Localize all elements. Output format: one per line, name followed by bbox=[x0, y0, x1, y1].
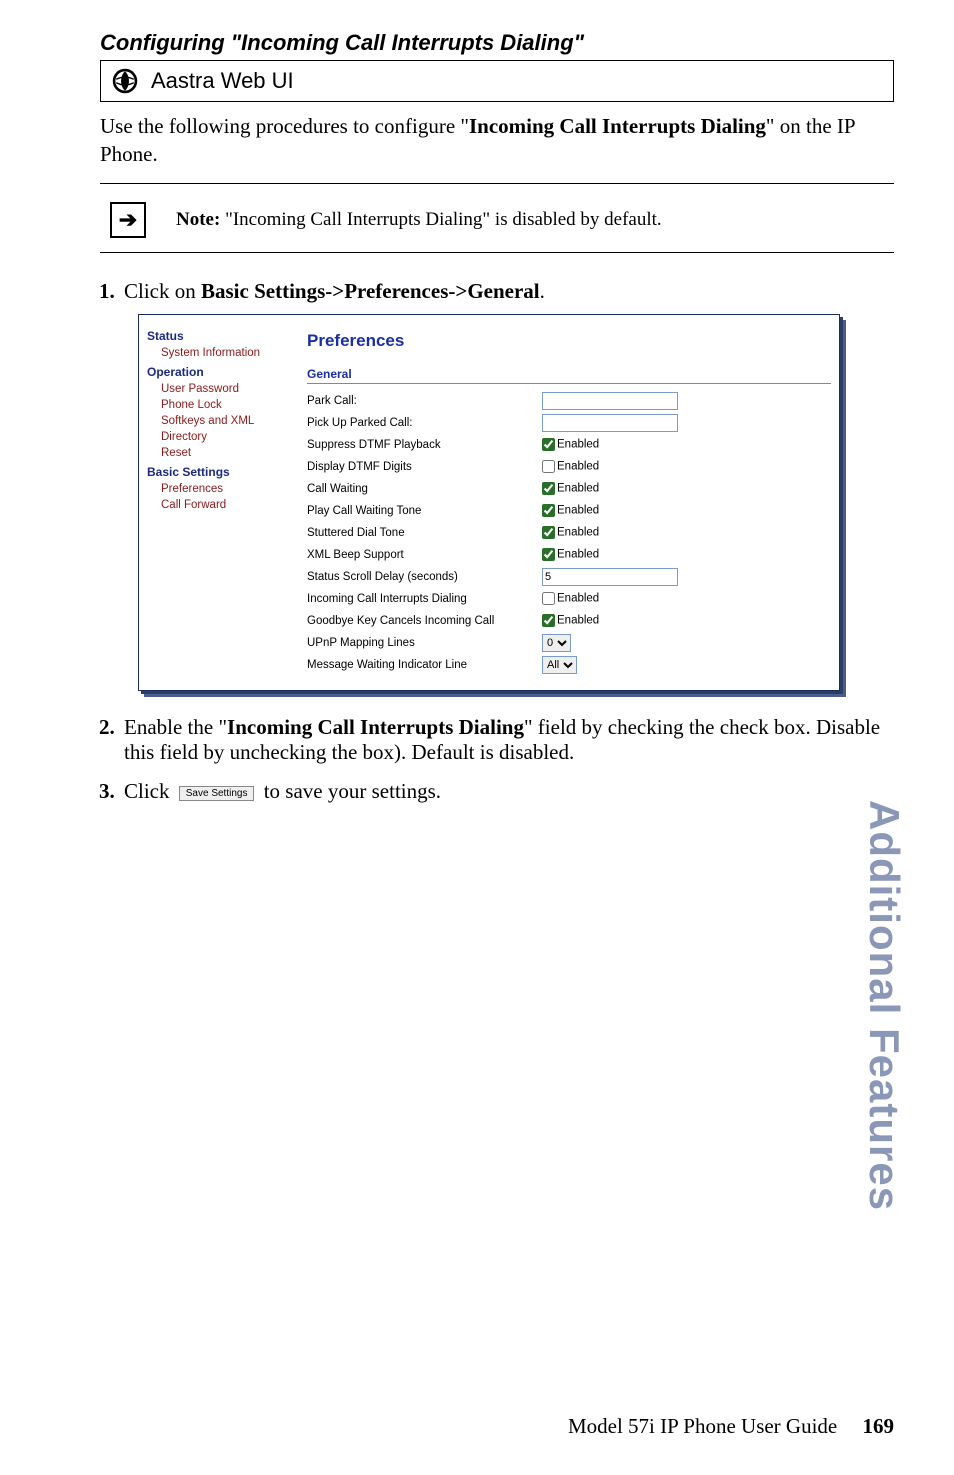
enabled-label: Enabled bbox=[557, 615, 599, 627]
label-park-call: Park Call: bbox=[307, 395, 542, 407]
nav-status: Status bbox=[147, 329, 297, 343]
mwi-select[interactable]: All bbox=[542, 656, 577, 674]
globe-icon bbox=[111, 67, 139, 95]
incoming-interrupts-checkbox[interactable] bbox=[542, 592, 555, 605]
note-text: Note: "Incoming Call Interrupts Dialing"… bbox=[176, 209, 662, 231]
step1-prefix: Click on bbox=[124, 279, 201, 303]
call-waiting-checkbox[interactable] bbox=[542, 482, 555, 495]
label-call-waiting: Call Waiting bbox=[307, 483, 542, 495]
label-display-dtmf: Display DTMF Digits bbox=[307, 461, 542, 473]
nav-softkeys-xml[interactable]: Softkeys and XML bbox=[161, 415, 297, 427]
nav-call-forward[interactable]: Call Forward bbox=[161, 499, 297, 511]
arrow-right-icon: ➔ bbox=[110, 202, 146, 238]
label-upnp: UPnP Mapping Lines bbox=[307, 637, 542, 649]
nav-user-password[interactable]: User Password bbox=[161, 383, 297, 395]
label-status-scroll: Status Scroll Delay (seconds) bbox=[307, 571, 542, 583]
status-scroll-input[interactable] bbox=[542, 568, 678, 586]
step-2: Enable the "Incoming Call Interrupts Dia… bbox=[120, 715, 894, 765]
pickup-parked-input[interactable] bbox=[542, 414, 678, 432]
step-3: Click Save Settings to save your setting… bbox=[120, 779, 894, 804]
suppress-dtmf-checkbox[interactable] bbox=[542, 438, 555, 451]
ui-header-bar: Aastra Web UI bbox=[100, 60, 894, 102]
label-goodbye-cancel: Goodbye Key Cancels Incoming Call bbox=[307, 615, 542, 627]
label-xml-beep: XML Beep Support bbox=[307, 549, 542, 561]
preferences-screenshot: Status System Information Operation User… bbox=[138, 314, 840, 691]
label-play-cw-tone: Play Call Waiting Tone bbox=[307, 505, 542, 517]
note-label: Note: bbox=[176, 209, 220, 230]
nav-reset[interactable]: Reset bbox=[161, 447, 297, 459]
intro-bold: Incoming Call Interrupts Dialing bbox=[469, 114, 766, 138]
nav-operation: Operation bbox=[147, 365, 297, 379]
ui-header-label: Aastra Web UI bbox=[151, 68, 294, 94]
section-heading: Configuring "Incoming Call Interrupts Di… bbox=[100, 30, 894, 56]
xml-beep-checkbox[interactable] bbox=[542, 548, 555, 561]
group-general: General bbox=[307, 367, 831, 384]
nav-preferences[interactable]: Preferences bbox=[161, 483, 297, 495]
note-body: "Incoming Call Interrupts Dialing" is di… bbox=[220, 209, 661, 230]
enabled-label: Enabled bbox=[557, 461, 599, 473]
nav-basic-settings: Basic Settings bbox=[147, 465, 297, 479]
enabled-label: Enabled bbox=[557, 527, 599, 539]
step2-prefix: Enable the " bbox=[124, 715, 227, 739]
upnp-select[interactable]: 0 bbox=[542, 634, 571, 652]
step-1: Click on Basic Settings->Preferences->Ge… bbox=[120, 279, 894, 691]
label-mwi-line: Message Waiting Indicator Line bbox=[307, 659, 542, 671]
divider-bottom bbox=[100, 252, 894, 253]
enabled-label: Enabled bbox=[557, 505, 599, 517]
page-footer: Model 57i IP Phone User Guide 169 bbox=[568, 1414, 894, 1439]
enabled-label: Enabled bbox=[557, 483, 599, 495]
goodbye-cancel-checkbox[interactable] bbox=[542, 614, 555, 627]
label-suppress-dtmf: Suppress DTMF Playback bbox=[307, 439, 542, 451]
play-cw-tone-checkbox[interactable] bbox=[542, 504, 555, 517]
nav-phone-lock[interactable]: Phone Lock bbox=[161, 399, 297, 411]
enabled-label: Enabled bbox=[557, 593, 599, 605]
label-incoming-interrupts: Incoming Call Interrupts Dialing bbox=[307, 593, 542, 605]
label-pickup-parked: Pick Up Parked Call: bbox=[307, 417, 542, 429]
nav-system-information[interactable]: System Information bbox=[161, 347, 297, 359]
step3-prefix: Click bbox=[124, 779, 175, 803]
step2-bold: Incoming Call Interrupts Dialing bbox=[227, 715, 524, 739]
park-call-input[interactable] bbox=[542, 392, 678, 410]
step1-suffix: . bbox=[540, 279, 545, 303]
enabled-label: Enabled bbox=[557, 549, 599, 561]
intro-paragraph: Use the following procedures to configur… bbox=[100, 112, 894, 169]
step1-bold: Basic Settings->Preferences->General bbox=[201, 279, 540, 303]
enabled-label: Enabled bbox=[557, 439, 599, 451]
note-row: ➔ Note: "Incoming Call Interrupts Dialin… bbox=[100, 202, 894, 238]
intro-prefix: Use the following procedures to configur… bbox=[100, 114, 469, 138]
stuttered-dial-checkbox[interactable] bbox=[542, 526, 555, 539]
label-stuttered-dial: Stuttered Dial Tone bbox=[307, 527, 542, 539]
screenshot-nav: Status System Information Operation User… bbox=[147, 323, 297, 676]
section-tab: Additional Features bbox=[860, 800, 908, 1211]
divider-top bbox=[100, 183, 894, 184]
preferences-title: Preferences bbox=[307, 331, 831, 351]
footer-text: Model 57i IP Phone User Guide bbox=[568, 1414, 837, 1438]
step3-suffix: to save your settings. bbox=[258, 779, 441, 803]
display-dtmf-checkbox[interactable] bbox=[542, 460, 555, 473]
save-settings-button[interactable]: Save Settings bbox=[179, 786, 255, 801]
nav-directory[interactable]: Directory bbox=[161, 431, 297, 443]
page-number: 169 bbox=[863, 1414, 895, 1438]
